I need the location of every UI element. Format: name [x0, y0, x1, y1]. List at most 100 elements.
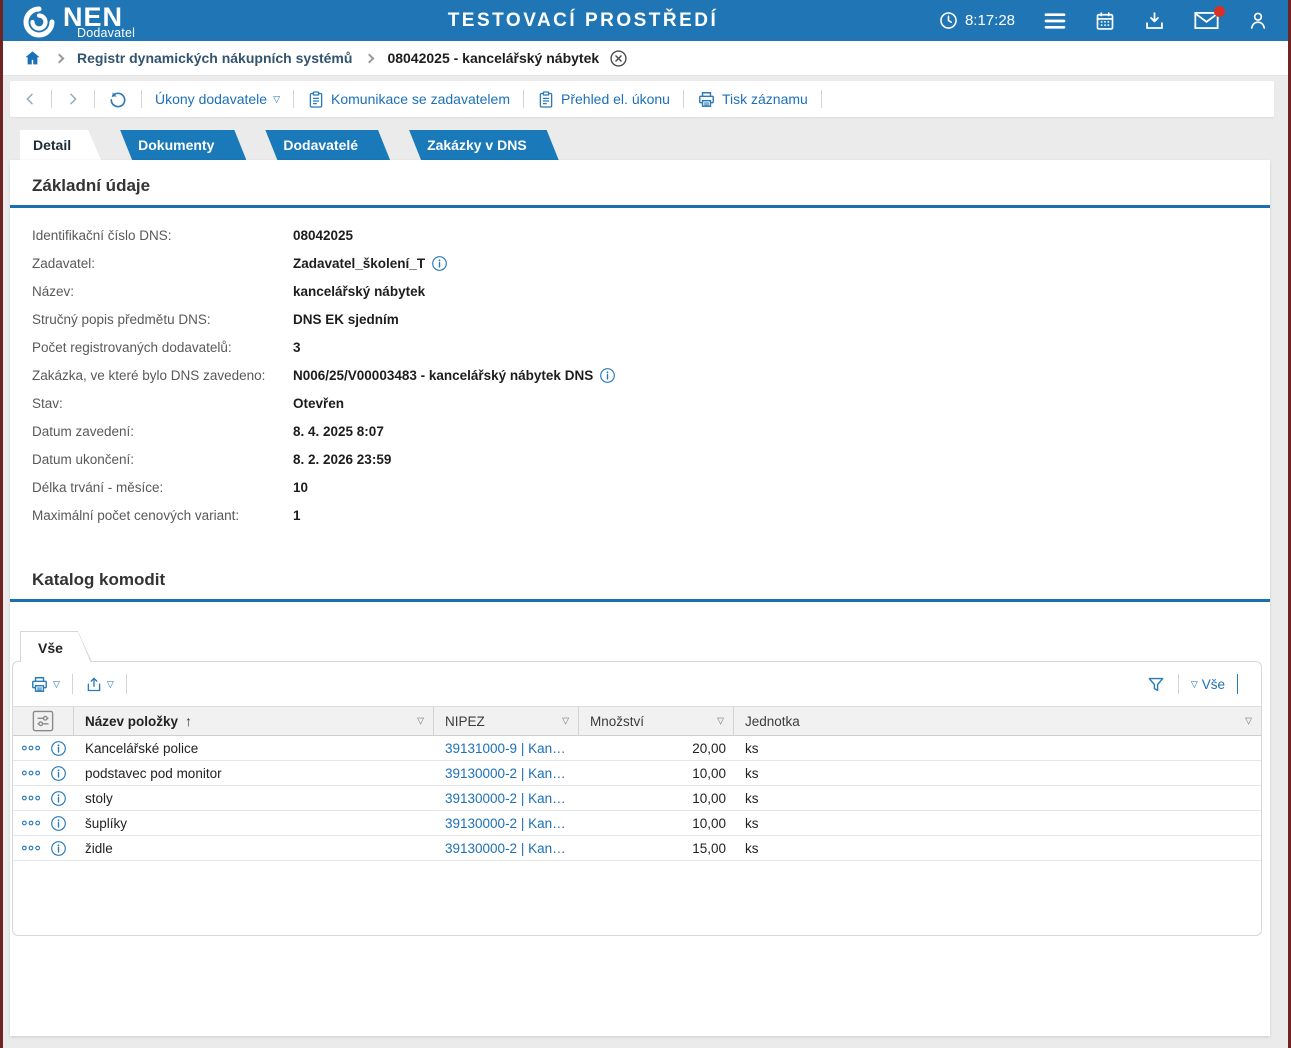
table-row: stoly 39130000-2 | Kancel... 10,00 ks: [13, 786, 1261, 811]
info-icon[interactable]: [599, 367, 616, 384]
communication-button[interactable]: Komunikace se zadavatelem: [303, 88, 514, 111]
content-panel: Základní údaje Identifikační číslo DNS: …: [10, 160, 1270, 1036]
section-title-catalog: Katalog komodit: [10, 554, 1270, 599]
app-header: NEN Dodavatel TESTOVACÍ PROSTŘEDÍ 8:17:2…: [3, 0, 1288, 41]
detail-field-row: Identifikační číslo DNS: 08042025: [32, 221, 1270, 249]
detail-field-row: Maximální počet cenových variant: 1: [32, 501, 1270, 529]
grid-print-button[interactable]: ▽: [27, 673, 63, 696]
info-icon[interactable]: [50, 840, 67, 857]
menu-button[interactable]: [1044, 12, 1066, 30]
column-header-name[interactable]: Název položky ↑ ▽: [74, 707, 434, 735]
messages-button[interactable]: [1194, 11, 1219, 30]
clipboard-icon: [307, 90, 325, 109]
table-header: Název položky ↑ ▽ NIPEZ ▽ Množství ▽ Jed…: [13, 706, 1261, 736]
table-row: Kancelářské police 39131000-9 | Kancel..…: [13, 736, 1261, 761]
grid-toolbar: ▽ ▽: [13, 662, 1261, 706]
catalog-tabs: Vše: [20, 631, 1270, 662]
toolbar-divider: [683, 90, 684, 108]
field-value: 1: [293, 508, 301, 523]
item-name: šuplíky: [85, 816, 127, 831]
field-value: DNS EK sjedním: [293, 312, 399, 327]
nipez-link[interactable]: 39130000-2 | Kancel...: [445, 766, 568, 781]
column-filter-icon[interactable]: ▽: [717, 716, 724, 727]
breadcrumb-separator: [365, 53, 375, 63]
info-icon[interactable]: [50, 765, 67, 782]
back-button[interactable]: [18, 89, 42, 109]
row-menu-icon[interactable]: [21, 819, 41, 827]
downloads-button[interactable]: [1144, 10, 1165, 31]
grid-filter-button[interactable]: [1143, 673, 1169, 696]
row-menu-icon[interactable]: [21, 744, 41, 752]
detail-field-row: Zakázka, ve které bylo DNS zavedeno: N00…: [32, 361, 1270, 389]
chevron-down-icon: ▽: [1191, 680, 1198, 689]
el-action-overview-button[interactable]: Přehled el. úkonu: [533, 88, 674, 111]
grid-export-button[interactable]: ▽: [82, 673, 117, 696]
column-filter-icon[interactable]: ▽: [562, 716, 569, 727]
column-filter-icon[interactable]: ▽: [417, 716, 424, 727]
grid-view-dropdown[interactable]: ▽ Vše: [1188, 675, 1228, 694]
item-quantity: 20,00: [692, 741, 726, 756]
calendar-button[interactable]: [1095, 11, 1115, 31]
forward-button[interactable]: [61, 89, 85, 109]
tab-detail[interactable]: Detail: [20, 130, 101, 160]
info-icon[interactable]: [50, 740, 67, 757]
item-name: podstavec pod monitor: [85, 766, 222, 781]
toolbar-divider: [1178, 674, 1179, 694]
column-filter-icon[interactable]: ▽: [1245, 716, 1252, 727]
tab-dodavatele[interactable]: Dodavatelé: [253, 130, 390, 160]
info-icon[interactable]: [50, 790, 67, 807]
item-unit: ks: [745, 741, 759, 756]
column-header-unit[interactable]: Jednotka ▽: [734, 707, 1261, 735]
tab-vse[interactable]: Vše: [21, 632, 91, 663]
clipboard-icon: [537, 90, 555, 109]
column-header-nipez[interactable]: NIPEZ ▽: [434, 707, 579, 735]
header-actions: 8:17:28: [939, 0, 1268, 41]
detail-field-row: Název: kancelářský nábytek: [32, 277, 1270, 305]
home-icon[interactable]: [23, 49, 42, 67]
nen-logo[interactable]: NEN Dodavatel: [21, 2, 123, 40]
toolbar-divider: [141, 90, 142, 108]
nipez-link[interactable]: 39130000-2 | Kancel...: [445, 791, 568, 806]
toolbar-divider: [72, 674, 73, 694]
main-tabs: Detail Dokumenty Dodavatelé Zakázky v DN…: [20, 130, 1288, 160]
column-settings-cell: [13, 707, 74, 735]
export-icon: [85, 675, 103, 694]
row-menu-icon[interactable]: [21, 769, 41, 777]
table-body: Kancelářské police 39131000-9 | Kancel..…: [13, 736, 1261, 861]
supplier-actions-menu[interactable]: Úkony dodavatele ▽: [151, 89, 284, 109]
refresh-icon: [108, 89, 128, 109]
detail-field-row: Počet registrovaných dodavatelů: 3: [32, 333, 1270, 361]
nipez-link[interactable]: 39131000-9 | Kancel...: [445, 741, 568, 756]
item-name: Kancelářské police: [85, 741, 198, 756]
field-value: 08042025: [293, 228, 353, 243]
field-label: Datum ukončení:: [32, 452, 293, 467]
tab-zakazky-v-dns[interactable]: Zakázky v DNS: [397, 130, 559, 160]
field-label: Název:: [32, 284, 293, 299]
field-label: Délka trvání - měsíce:: [32, 480, 293, 495]
print-record-button[interactable]: Tisk záznamu: [693, 88, 812, 111]
column-header-quantity[interactable]: Množství ▽: [579, 707, 734, 735]
breadcrumb-item-registry[interactable]: Registr dynamických nákupních systémů: [77, 50, 352, 66]
row-menu-icon[interactable]: [21, 844, 41, 852]
profile-button[interactable]: [1248, 10, 1268, 31]
breadcrumb-item-current[interactable]: 08042025 - kancelářský nábytek: [387, 50, 599, 66]
field-value: kancelářský nábytek: [293, 284, 425, 299]
chevron-right-icon: [65, 91, 81, 107]
tab-dokumenty[interactable]: Dokumenty: [108, 130, 246, 160]
close-tab-icon[interactable]: [609, 49, 628, 68]
field-value: 3: [293, 340, 301, 355]
field-value: Otevřen: [293, 396, 344, 411]
nipez-link[interactable]: 39130000-2 | Kancel...: [445, 841, 568, 856]
record-toolbar: Úkony dodavatele ▽ Komunikace se zadavat…: [10, 81, 1274, 117]
field-value: Zadavatel_školení_T: [293, 255, 448, 272]
column-settings-icon[interactable]: [32, 710, 54, 732]
info-icon[interactable]: [431, 255, 448, 272]
breadcrumb-separator: [55, 53, 65, 63]
field-label: Počet registrovaných dodavatelů:: [32, 340, 293, 355]
commodity-table-card: ▽ ▽: [12, 661, 1262, 936]
nipez-link[interactable]: 39130000-2 | Kancel...: [445, 816, 568, 831]
row-menu-icon[interactable]: [21, 794, 41, 802]
info-icon[interactable]: [50, 815, 67, 832]
detail-field-row: Délka trvání - měsíce: 10: [32, 473, 1270, 501]
refresh-button[interactable]: [104, 87, 132, 111]
